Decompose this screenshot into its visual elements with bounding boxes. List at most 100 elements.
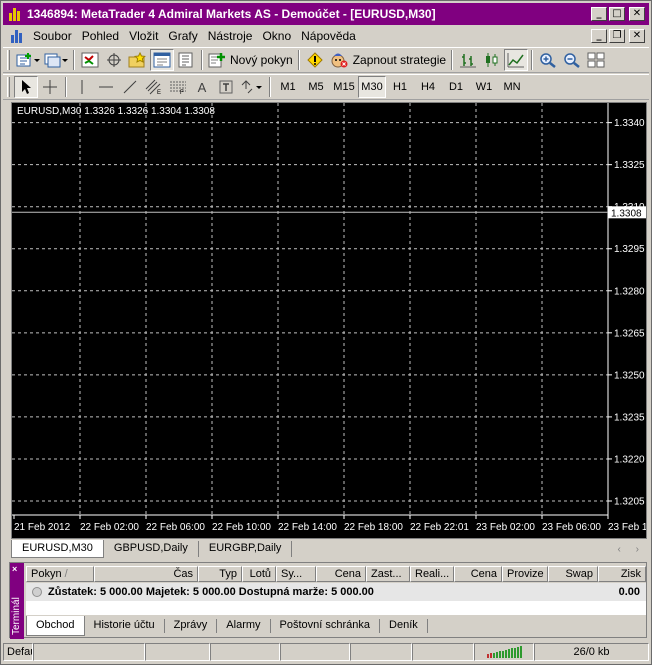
arrows-dropdown-icon — [241, 80, 262, 94]
menu-charts[interactable]: Grafy — [166, 29, 205, 43]
column-header-type[interactable]: Typ — [198, 566, 242, 582]
y-tick-label: 1.3340 — [614, 118, 645, 129]
column-header-profit[interactable]: Zisk — [598, 566, 646, 582]
autotrading-label: Zapnout strategie — [352, 53, 447, 67]
column-header-swap[interactable]: Swap — [548, 566, 598, 582]
tab-mailbox[interactable]: Poštovní schránka — [271, 619, 381, 633]
text-tool-button[interactable]: A — [190, 76, 214, 98]
column-header-order[interactable]: Pokyn / — [26, 566, 94, 582]
timeframe-h4[interactable]: H4 — [414, 76, 442, 98]
profiles-button[interactable] — [42, 49, 70, 71]
cursor-tool-button[interactable] — [14, 76, 38, 98]
terminal-close-icon[interactable]: × — [12, 564, 17, 574]
terminal-side-label: Terminál — [11, 597, 22, 635]
zoom-out-button[interactable] — [560, 49, 584, 71]
toolbar-grip[interactable] — [7, 50, 10, 70]
timeframe-m30[interactable]: M30 — [358, 76, 386, 98]
favorites-button[interactable] — [126, 49, 150, 71]
menu-window[interactable]: Okno — [260, 29, 299, 43]
column-header-lots[interactable]: Lotů — [242, 566, 276, 582]
maximize-button[interactable]: □ — [609, 7, 625, 21]
timeframe-m5[interactable]: M5 — [302, 76, 330, 98]
arrows-dropdown-button[interactable] — [238, 76, 266, 98]
chart-tab-eurusd[interactable]: EURUSD,M30 — [11, 540, 104, 558]
column-header-commission[interactable]: Provize — [502, 566, 548, 582]
market-watch-button[interactable] — [78, 49, 102, 71]
close-button[interactable]: ✕ — [629, 7, 645, 21]
candlestick-chart-button[interactable] — [480, 49, 504, 71]
standard-toolbar: Nový pokyn Zapnout strategie — [3, 47, 649, 73]
timeframe-m15[interactable]: M15 — [330, 76, 358, 98]
chart-tab-gbpusd[interactable]: GBPUSD,Daily — [104, 541, 199, 557]
tab-news[interactable]: Zprávy — [165, 619, 218, 633]
y-tick-label: 1.3220 — [614, 454, 645, 465]
chart-tab-eurgbp[interactable]: EURGBP,Daily — [199, 541, 293, 557]
tab-account-history[interactable]: Historie účtu — [85, 619, 165, 633]
terminal-toggle-button[interactable] — [150, 49, 174, 71]
menu-file[interactable]: Soubor — [31, 29, 80, 43]
line-chart-button[interactable] — [504, 49, 529, 71]
menu-tools[interactable]: Nástroje — [206, 29, 261, 43]
column-header-take-profit[interactable]: Reali... — [410, 566, 454, 582]
y-tick-label: 1.3280 — [614, 286, 645, 297]
channel-icon: E — [145, 79, 161, 95]
toolbar-grip[interactable] — [7, 77, 10, 97]
title-bar[interactable]: 1346894: MetaTrader 4 Admiral Markets AS… — [3, 3, 649, 25]
tab-journal[interactable]: Deník — [380, 619, 428, 633]
timeframe-mn[interactable]: MN — [498, 76, 526, 98]
chart-header-label: EURUSD,M30 1.3326 1.3326 1.3304 1.3308 — [17, 106, 215, 117]
fibonacci-icon: F — [170, 81, 186, 95]
timeframe-d1[interactable]: D1 — [442, 76, 470, 98]
chart-window-icon[interactable] — [11, 29, 25, 43]
child-close-button[interactable]: ✕ — [629, 29, 645, 43]
trendline-button[interactable] — [118, 76, 142, 98]
strategy-tester-button[interactable] — [174, 49, 198, 71]
market-watch-icon — [81, 52, 99, 68]
zoom-in-button[interactable] — [536, 49, 560, 71]
new-order-button[interactable]: Nový pokyn — [206, 49, 295, 71]
orders-list-area[interactable] — [26, 601, 646, 615]
tile-windows-button[interactable] — [584, 49, 608, 71]
text-label-button[interactable] — [214, 76, 238, 98]
x-tick-label: 22 Feb 14:00 — [278, 522, 337, 533]
warning-diamond-icon — [306, 52, 323, 68]
autotrading-button[interactable]: Zapnout strategie — [327, 49, 448, 71]
timeframe-h1[interactable]: H1 — [386, 76, 414, 98]
column-header-price[interactable]: Cena — [316, 566, 366, 582]
timeframe-w1[interactable]: W1 — [470, 76, 498, 98]
new-chart-button[interactable] — [14, 49, 42, 71]
vertical-line-button[interactable] — [70, 76, 94, 98]
balance-row[interactable]: Zůstatek: 5 000.00 Majetek: 5 000.00 Dos… — [26, 583, 646, 601]
tab-alerts[interactable]: Alarmy — [217, 619, 271, 633]
minimize-button[interactable]: _ — [591, 7, 607, 21]
column-header-stop-loss[interactable]: Zast... — [366, 566, 410, 582]
chart-tabs-bar: EURUSD,M30 GBPUSD,Daily EURGBP,Daily ‹ › — [11, 540, 647, 558]
equidistant-channel-button[interactable]: E — [142, 76, 166, 98]
chart-window[interactable]: 1.33401.33251.33101.32951.32801.32651.32… — [11, 102, 647, 539]
child-restore-button[interactable]: ❐ — [609, 29, 625, 43]
column-header-time[interactable]: Čas — [94, 566, 198, 582]
horizontal-line-icon — [99, 86, 113, 88]
navigator-button[interactable] — [102, 49, 126, 71]
tab-trade[interactable]: Obchod — [26, 616, 85, 636]
menu-view[interactable]: Pohled — [80, 29, 127, 43]
horizontal-line-button[interactable] — [94, 76, 118, 98]
status-pane-1 — [33, 643, 145, 661]
timeframe-m1[interactable]: M1 — [274, 76, 302, 98]
status-profile: Default — [3, 643, 33, 661]
bar-chart-button[interactable] — [456, 49, 480, 71]
menu-help[interactable]: Nápověda — [299, 29, 364, 43]
zoom-out-icon — [564, 53, 580, 68]
column-header-current-price[interactable]: Cena — [454, 566, 502, 582]
column-header-symbol[interactable]: Sy... — [276, 566, 316, 582]
new-order-icon — [208, 53, 225, 68]
child-minimize-button[interactable]: _ — [591, 29, 607, 43]
price-chart[interactable]: 1.33401.33251.33101.32951.32801.32651.32… — [12, 103, 646, 538]
expert-advisor-icon — [331, 53, 348, 68]
alert-button[interactable] — [303, 49, 327, 71]
chart-tabs-scroll-arrows[interactable]: ‹ › — [618, 544, 645, 555]
menu-insert[interactable]: Vložit — [127, 29, 166, 43]
crosshair-tool-button[interactable] — [38, 76, 62, 98]
connection-status[interactable] — [474, 643, 534, 661]
fibonacci-button[interactable]: F — [166, 76, 190, 98]
